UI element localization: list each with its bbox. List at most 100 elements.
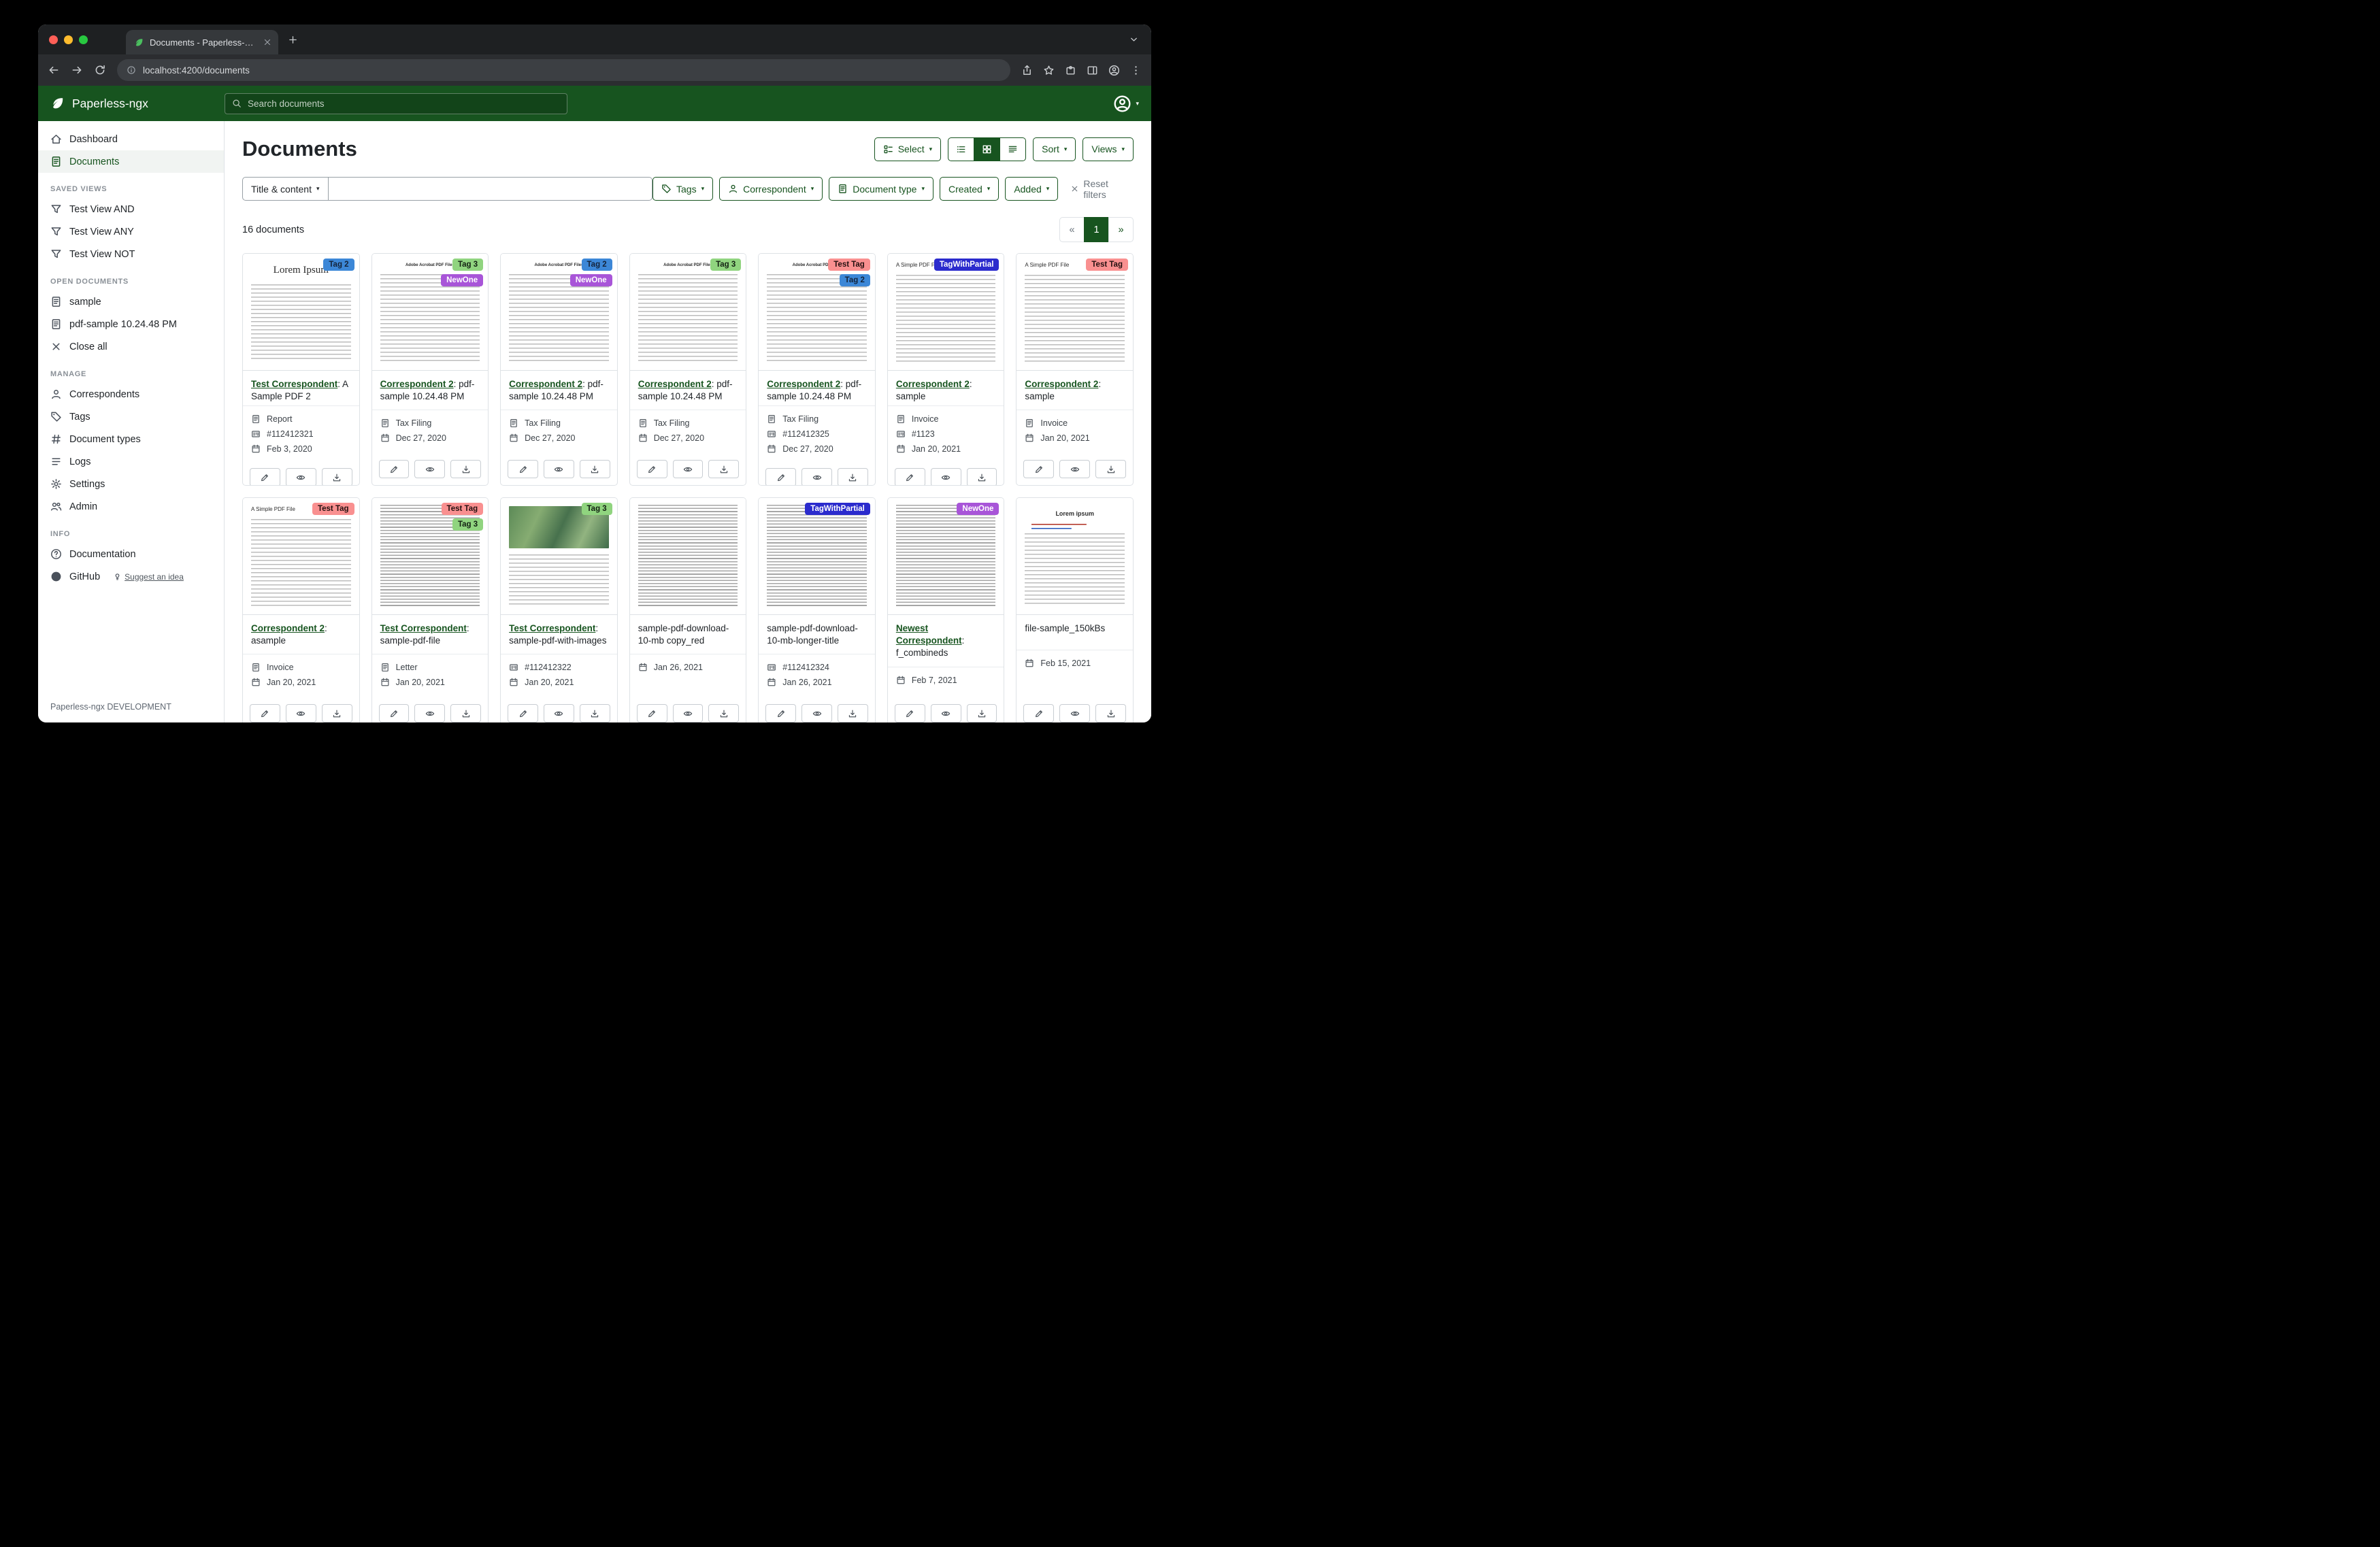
filter-correspondent-dropdown[interactable]: Correspondent▾ — [719, 177, 823, 201]
edit-button[interactable] — [765, 704, 796, 722]
filter-added-dropdown[interactable]: Added▾ — [1005, 177, 1058, 201]
sidebar-item-dashboard[interactable]: Dashboard — [38, 128, 224, 150]
download-button[interactable] — [322, 704, 352, 722]
download-button[interactable] — [708, 460, 739, 478]
sidebar-item-document-types[interactable]: Document types — [38, 428, 224, 450]
preview-button[interactable] — [414, 704, 445, 722]
sidebar-item-close-all[interactable]: Close all — [38, 335, 224, 358]
user-menu[interactable]: ▾ — [1113, 95, 1139, 113]
view-details-button[interactable] — [999, 137, 1026, 161]
page-1-button[interactable]: 1 — [1084, 217, 1109, 242]
download-button[interactable] — [1095, 460, 1126, 478]
sidebar-item-tags[interactable]: Tags — [38, 405, 224, 428]
edit-button[interactable] — [379, 704, 410, 722]
preview-button[interactable] — [801, 704, 832, 722]
document-thumbnail[interactable]: Lorem Ipsum Tag 2 — [243, 254, 359, 371]
side-panel-icon[interactable] — [1087, 65, 1098, 76]
download-button[interactable] — [1095, 704, 1126, 722]
back-icon[interactable] — [48, 64, 60, 76]
preview-button[interactable] — [544, 704, 574, 722]
preview-button[interactable] — [931, 704, 961, 722]
download-button[interactable] — [708, 704, 739, 722]
download-button[interactable] — [450, 704, 481, 722]
document-thumbnail[interactable]: Adobe Acrobat PDF Files Test TagTag 2 — [759, 254, 875, 371]
download-button[interactable] — [967, 704, 997, 722]
preview-button[interactable] — [1059, 704, 1090, 722]
filter-text-input[interactable] — [329, 177, 652, 201]
correspondent-link[interactable]: Test Correspondent — [509, 623, 595, 633]
next-page-button[interactable]: » — [1108, 217, 1134, 242]
reset-filters-button[interactable]: Reset filters — [1070, 178, 1134, 200]
tag-badge[interactable]: NewOne — [957, 503, 999, 515]
share-icon[interactable] — [1021, 65, 1033, 76]
window-close-button[interactable] — [49, 35, 58, 44]
download-button[interactable] — [450, 460, 481, 478]
bookmark-star-icon[interactable] — [1043, 65, 1055, 76]
correspondent-link[interactable]: Test Correspondent — [251, 379, 337, 389]
tag-badge[interactable]: Tag 3 — [452, 518, 483, 531]
browser-tab[interactable]: Documents - Paperless-ngx — [126, 30, 278, 54]
edit-button[interactable] — [1023, 460, 1054, 478]
document-thumbnail[interactable]: Tag 3 — [501, 498, 617, 615]
edit-button[interactable] — [1023, 704, 1054, 722]
correspondent-link[interactable]: Correspondent 2 — [509, 379, 582, 389]
tag-badge[interactable]: Test Tag — [312, 503, 354, 515]
sidebar-item-documentation[interactable]: Documentation — [38, 543, 224, 565]
tag-badge[interactable]: Tag 3 — [452, 259, 483, 271]
tab-search-icon[interactable] — [1129, 35, 1139, 45]
preview-button[interactable] — [1059, 460, 1090, 478]
tab-close-icon[interactable] — [263, 37, 272, 47]
download-button[interactable] — [838, 704, 868, 722]
filter-field-dropdown[interactable]: Title & content ▾ — [242, 177, 329, 201]
document-thumbnail[interactable] — [630, 498, 746, 615]
tag-badge[interactable]: NewOne — [570, 274, 612, 286]
tag-badge[interactable]: NewOne — [441, 274, 483, 286]
preview-button[interactable] — [544, 460, 574, 478]
suggest-an-idea-link[interactable]: Suggest an idea — [113, 572, 184, 582]
correspondent-link[interactable]: Correspondent 2 — [251, 623, 325, 633]
preview-button[interactable] — [801, 468, 832, 486]
filter-created-dropdown[interactable]: Created▾ — [940, 177, 999, 201]
sidebar-item-logs[interactable]: Logs — [38, 450, 224, 473]
sort-dropdown[interactable]: Sort ▾ — [1033, 137, 1076, 161]
preview-button[interactable] — [414, 460, 445, 478]
tag-badge[interactable]: TagWithPartial — [934, 259, 999, 271]
sidebar-item-pdf-sample-10-24-48-pm[interactable]: pdf-sample 10.24.48 PM — [38, 313, 224, 335]
sidebar-item-test-view-not[interactable]: Test View NOT — [38, 243, 224, 265]
sidebar-item-test-view-any[interactable]: Test View ANY — [38, 220, 224, 243]
download-button[interactable] — [967, 468, 997, 486]
tag-badge[interactable]: Tag 3 — [582, 503, 612, 515]
sidebar-item-admin[interactable]: Admin — [38, 495, 224, 518]
correspondent-link[interactable]: Correspondent 2 — [638, 379, 712, 389]
views-dropdown[interactable]: Views ▾ — [1082, 137, 1134, 161]
tag-badge[interactable]: Tag 2 — [582, 259, 612, 271]
document-thumbnail[interactable]: Adobe Acrobat PDF Files Tag 3 — [630, 254, 746, 371]
view-grid-button[interactable] — [974, 137, 1000, 161]
tag-badge[interactable]: Test Tag — [828, 259, 870, 271]
sidebar-item-sample[interactable]: sample — [38, 290, 224, 313]
document-thumbnail[interactable]: Lorem ipsum — [1017, 498, 1133, 615]
site-info-icon[interactable] — [127, 65, 136, 75]
filter-document-type-dropdown[interactable]: Document type▾ — [829, 177, 933, 201]
edit-button[interactable] — [895, 704, 925, 722]
correspondent-link[interactable]: Correspondent 2 — [896, 379, 970, 389]
reload-icon[interactable] — [94, 64, 106, 76]
sidebar-item-test-view-and[interactable]: Test View AND — [38, 198, 224, 220]
browser-menu-icon[interactable] — [1130, 65, 1142, 76]
download-button[interactable] — [322, 468, 352, 486]
edit-button[interactable] — [379, 460, 410, 478]
sidebar-item-correspondents[interactable]: Correspondents — [38, 383, 224, 405]
tag-badge[interactable]: TagWithPartial — [805, 503, 870, 515]
tag-badge[interactable]: Tag 3 — [710, 259, 741, 271]
correspondent-link[interactable]: Newest Correspondent — [896, 623, 962, 646]
tag-badge[interactable]: Test Tag — [1086, 259, 1128, 271]
document-thumbnail[interactable]: A Simple PDF File TagWithPartial — [888, 254, 1004, 371]
app-brand[interactable]: Paperless-ngx — [50, 96, 225, 111]
edit-button[interactable] — [765, 468, 796, 486]
document-thumbnail[interactable]: TagWithPartial — [759, 498, 875, 615]
edit-button[interactable] — [508, 704, 538, 722]
correspondent-link[interactable]: Correspondent 2 — [1025, 379, 1098, 389]
document-thumbnail[interactable]: Test TagTag 3 — [372, 498, 489, 615]
browser-profile-icon[interactable] — [1108, 65, 1120, 76]
preview-button[interactable] — [286, 704, 316, 722]
